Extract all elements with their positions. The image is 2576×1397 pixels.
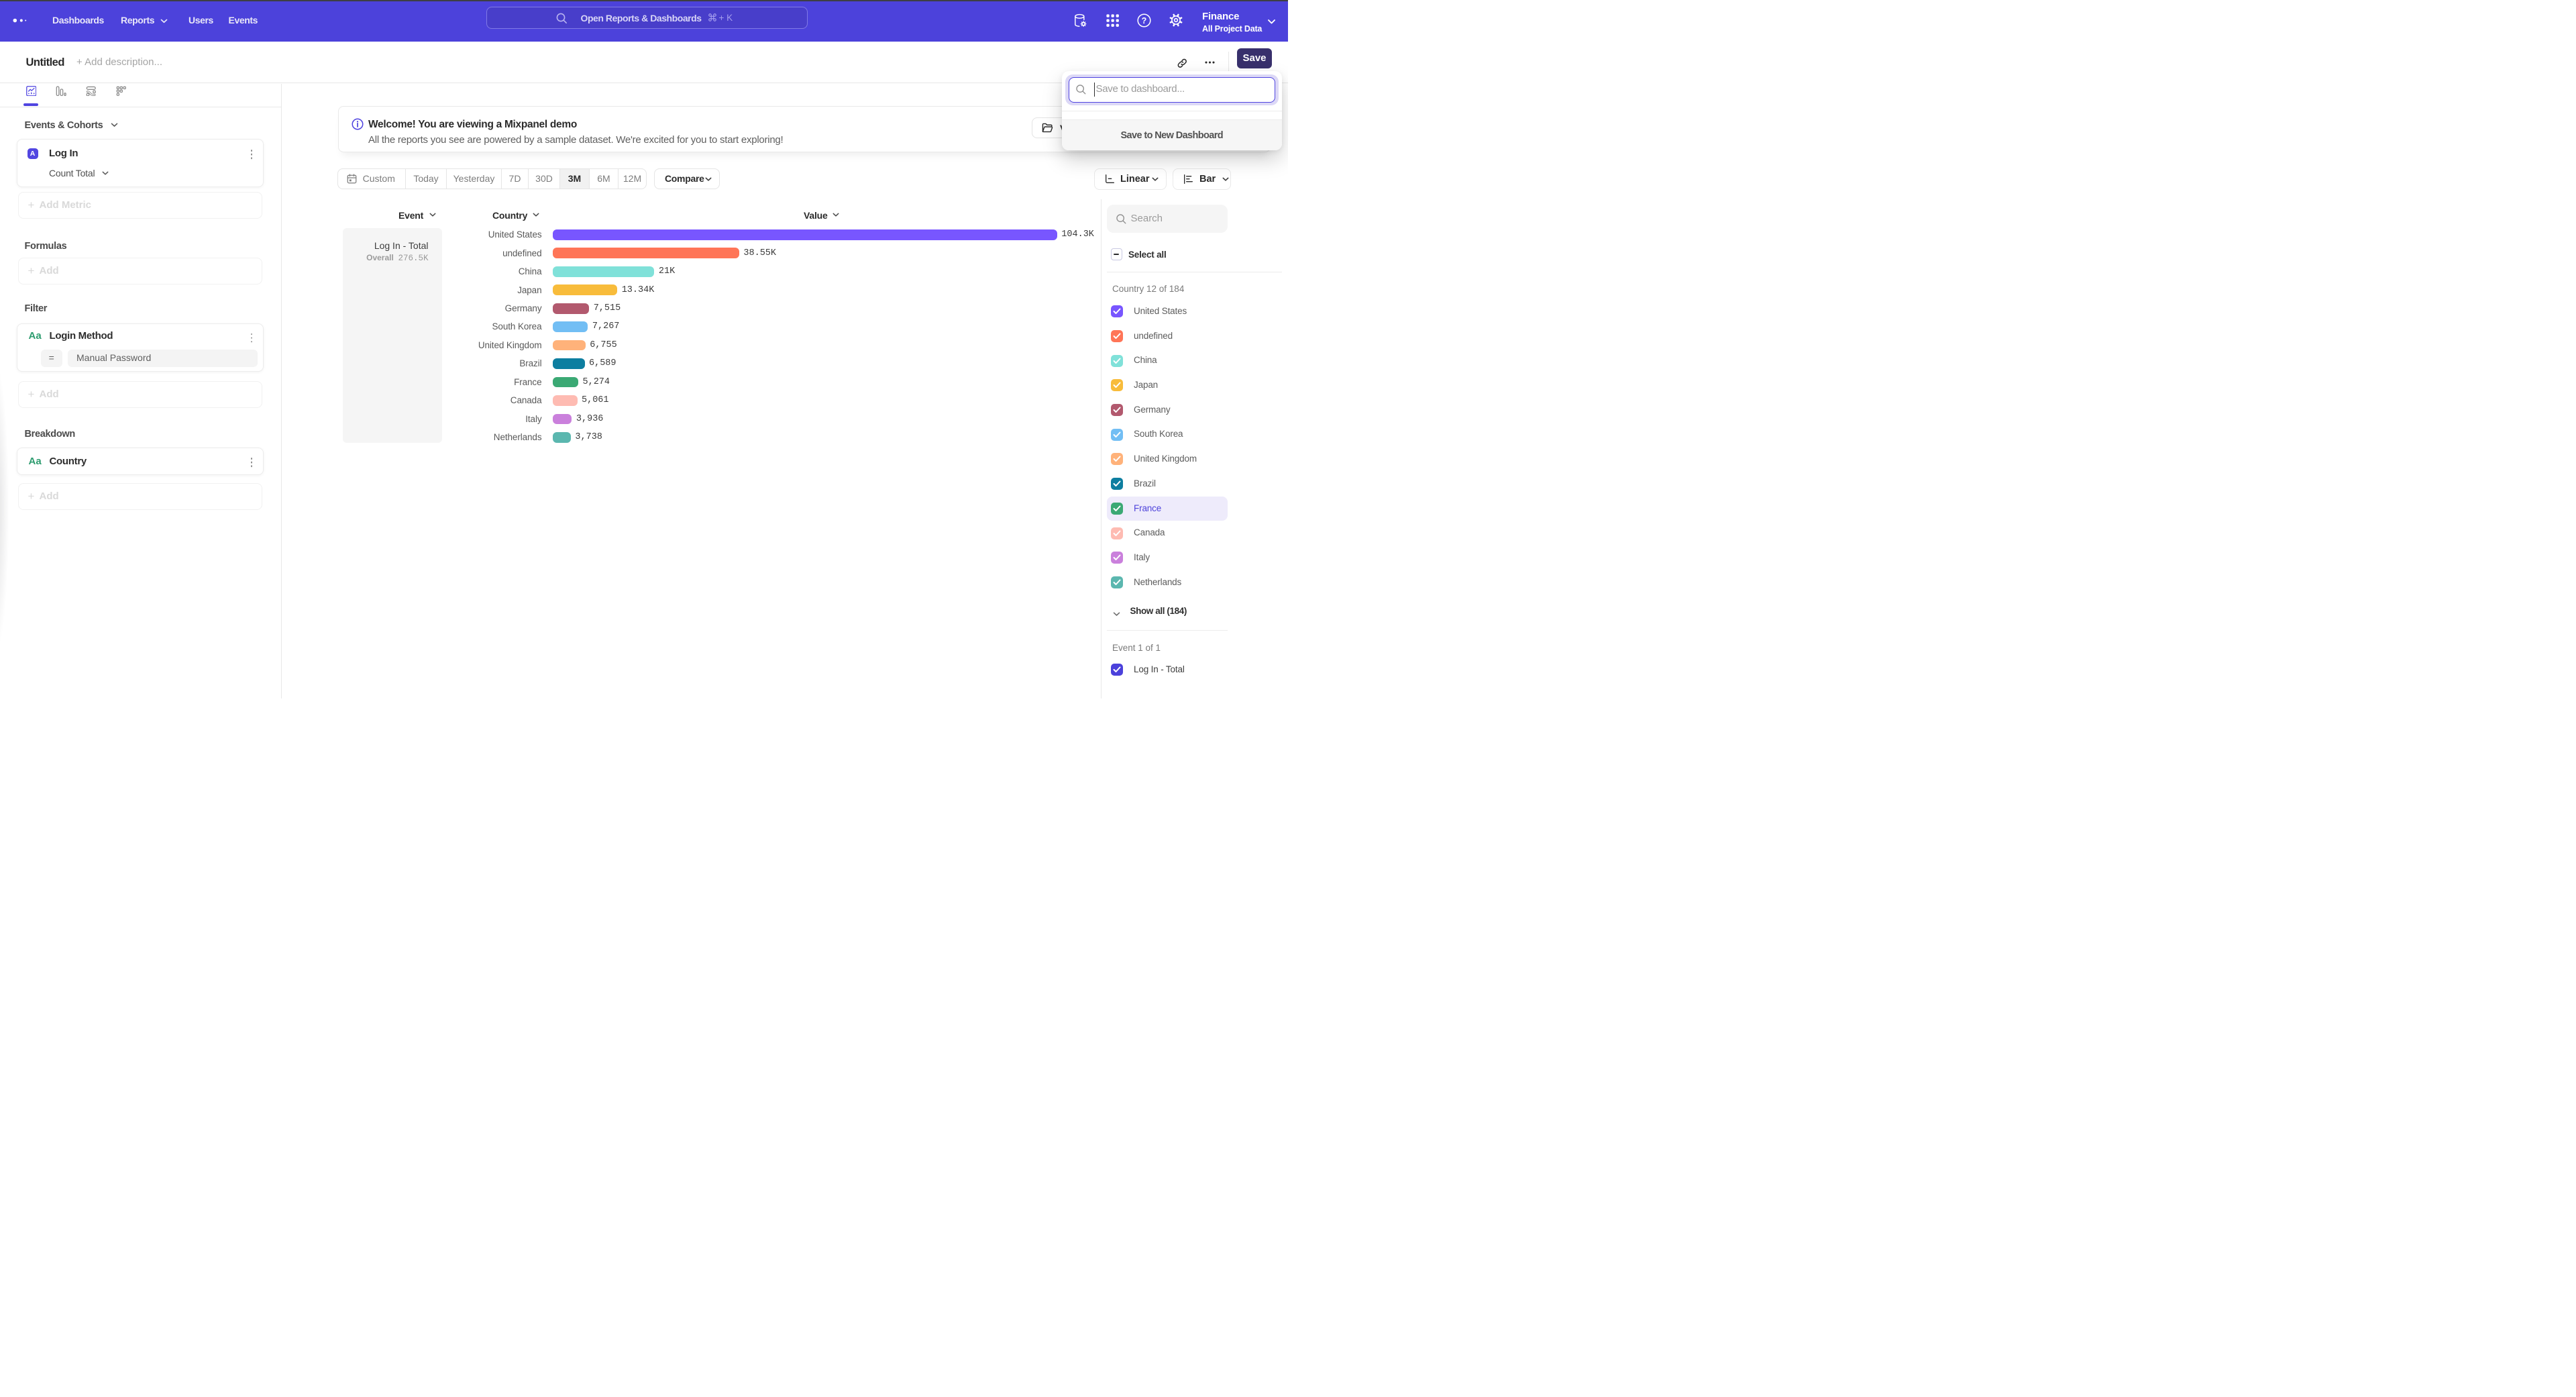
- svg-text:?: ?: [1142, 16, 1147, 25]
